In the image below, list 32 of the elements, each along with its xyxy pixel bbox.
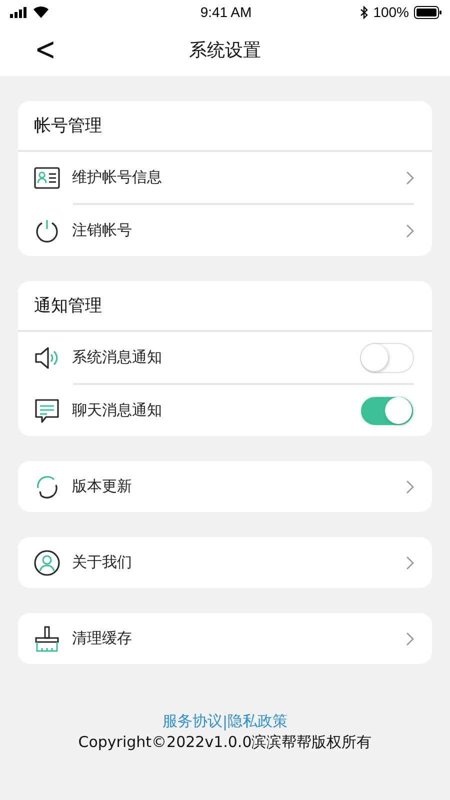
link-separator: |: [222, 712, 228, 730]
battery-icon: [414, 6, 442, 18]
status-time: 9:41 AM: [200, 4, 252, 20]
wifi-icon: [33, 6, 49, 18]
page-title: 系统设置: [189, 39, 261, 62]
settings-item[interactable]: 版本更新: [18, 461, 432, 512]
setting-label: 系统消息通知: [72, 348, 163, 367]
brush-icon: [34, 626, 60, 652]
speaker-icon: [34, 346, 60, 370]
bluetooth-icon: [360, 6, 368, 18]
setting-label: 聊天消息通知: [72, 401, 163, 420]
chevron-right-icon: [406, 224, 414, 238]
chevron-right-icon: [406, 556, 414, 570]
id-card-icon: [34, 166, 60, 188]
toggle-switch[interactable]: [360, 342, 414, 372]
settings-item[interactable]: 注销帐号: [18, 205, 432, 256]
settings-item[interactable]: 关于我们: [18, 537, 432, 588]
refresh-icon: [34, 474, 60, 500]
power-icon: [34, 218, 60, 244]
chat-icon: [34, 398, 60, 424]
chevron-right-icon: [406, 170, 414, 184]
copyright-text: Copyright©2022v1.0.0滨滨帮帮版权所有: [78, 733, 372, 752]
back-button[interactable]: <: [31, 32, 60, 66]
battery-percent: 100%: [373, 4, 409, 20]
settings-item[interactable]: 维护帐号信息: [18, 152, 432, 203]
settings-item[interactable]: 清理缓存: [18, 613, 432, 664]
signal-icon: [10, 6, 28, 18]
user-icon: [34, 550, 60, 576]
chevron-right-icon: [406, 632, 414, 646]
section-header: 通知管理: [18, 281, 432, 332]
chevron-right-icon: [406, 480, 414, 494]
section-header: 帐号管理: [18, 101, 432, 152]
